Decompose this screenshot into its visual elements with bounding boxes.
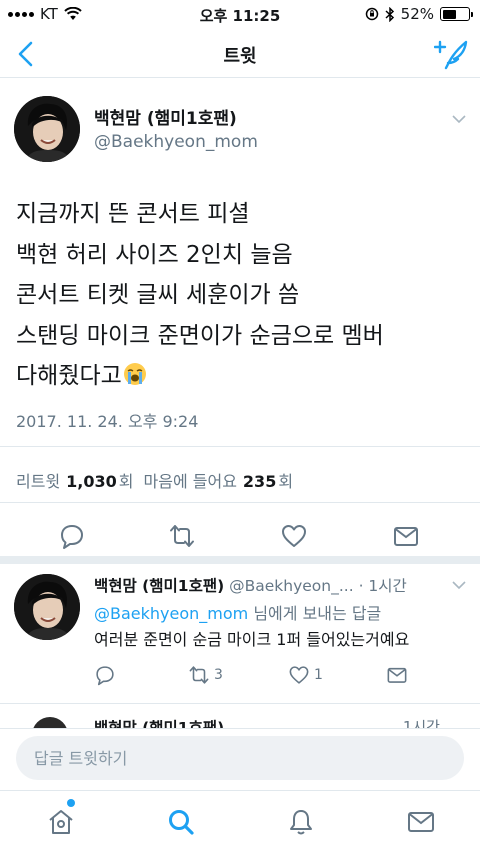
search-icon[interactable] <box>166 807 196 837</box>
unread-dot <box>67 799 75 807</box>
partial-reply-author: 백현맘 (햄미1호팬) <box>94 719 225 728</box>
likes-label[interactable]: 마음에 들어요 <box>144 468 237 492</box>
tweet-line: 스탠딩 마이크 준면이가 순금으로 멤버 <box>16 322 384 349</box>
home-icon[interactable] <box>46 807 76 837</box>
partial-reply[interactable]: 백현맘 (햄미1호팬) 1시간 <box>0 712 480 728</box>
reply-text: 여러분 준면이 순금 마이크 1퍼 들어있는거예요 <box>94 630 410 649</box>
chevron-down-icon[interactable] <box>452 580 466 590</box>
retweets-count[interactable]: 1,030 <box>66 472 117 491</box>
avatar-image <box>14 96 80 162</box>
tweet-timestamp: 2017. 11. 24. 오후 9:24 <box>16 412 199 431</box>
battery-fill <box>442 9 456 19</box>
like-icon <box>289 666 309 684</box>
status-bar: KT 오후 11:25 52% <box>0 0 480 30</box>
likes-count[interactable]: 235 <box>243 472 276 491</box>
reply-header: 백현맘 (햄미1호팬) @Baekhyeon_... · 1시간 <box>94 574 434 596</box>
retweets-unit: 회 <box>118 472 134 491</box>
nav-bar: 트윗 <box>0 30 480 78</box>
reply-message-button[interactable] <box>386 664 408 686</box>
reply-like-count: 1 <box>314 667 323 683</box>
reply-composer <box>0 728 480 790</box>
rotation-lock-icon <box>365 7 378 21</box>
page-title: 트윗 <box>223 46 257 67</box>
tweet-actions <box>0 516 480 556</box>
partial-reply-time: 1시간 <box>402 718 440 728</box>
chevron-down-icon[interactable] <box>452 114 466 124</box>
divider <box>0 703 480 704</box>
avatar[interactable] <box>14 574 80 640</box>
avatar[interactable] <box>14 96 80 162</box>
tweet-line: 백현 허리 사이즈 2인치 늘음 <box>16 241 293 268</box>
tweet-stats: 리트윗 1,030 회 마음에 들어요 235 회 <box>16 468 293 492</box>
reply-time: · 1시간 <box>358 577 407 595</box>
like-icon[interactable] <box>280 522 308 550</box>
retweets-label[interactable]: 리트윗 <box>16 468 60 492</box>
tweet-text: 지금까지 뜬 콘서트 피셜 백현 허리 사이즈 2인치 늘음 콘서트 티켓 글씨… <box>16 194 466 397</box>
tweet-line: 지금까지 뜬 콘서트 피셜 <box>16 201 250 227</box>
loudly-crying-face-emoji <box>123 363 146 385</box>
avatar-image <box>14 574 80 640</box>
tweet-line: 다해줬다고 <box>16 363 122 389</box>
likes-unit: 회 <box>278 472 294 491</box>
message-icon[interactable] <box>392 522 420 550</box>
author-handle[interactable]: @Baekhyeon_mom <box>94 132 258 152</box>
avatar <box>32 717 68 728</box>
bluetooth-icon <box>385 6 394 22</box>
retweet-icon[interactable] <box>168 522 196 550</box>
status-right: 52% <box>365 5 473 23</box>
reply-icon <box>96 666 114 686</box>
tweet-line: 콘서트 티켓 글씨 세훈이가 씀 <box>16 282 300 308</box>
retweet-icon <box>189 666 209 684</box>
reply-reply-button[interactable] <box>94 664 116 686</box>
divider <box>0 446 480 447</box>
tab-bar <box>0 790 480 854</box>
battery-icon <box>440 7 473 21</box>
reply-author-name[interactable]: 백현맘 (햄미1호팬) <box>94 577 224 595</box>
reply-icon[interactable] <box>58 522 86 550</box>
reply-retweet-count: 3 <box>214 667 223 683</box>
reply-like-button[interactable]: 1 <box>288 664 323 686</box>
author-name[interactable]: 백현맘 (햄미1호팬) <box>94 104 237 129</box>
battery-percent: 52% <box>400 5 434 23</box>
messages-icon[interactable] <box>406 807 436 837</box>
reply-mention-link[interactable]: @Baekhyeon_mom <box>94 604 248 623</box>
message-icon <box>387 667 407 683</box>
reply-author-handle[interactable]: @Baekhyeon_... <box>229 577 354 595</box>
reply-input[interactable] <box>16 736 464 780</box>
reply-context: @Baekhyeon_mom 님에게 보내는 답글 <box>94 600 381 624</box>
divider <box>0 502 480 503</box>
compose-tweet-icon[interactable] <box>434 38 470 70</box>
reply-retweet-button[interactable]: 3 <box>188 664 223 686</box>
notifications-icon[interactable] <box>286 807 316 837</box>
tweet-line-last: 다해줬다고 <box>16 356 466 397</box>
reply-context-text: 님에게 보내는 답글 <box>253 604 382 623</box>
reply-actions: 3 1 <box>94 664 434 692</box>
reply-tweet[interactable]: 백현맘 (햄미1호팬) @Baekhyeon_... · 1시간 @Baekhy… <box>0 562 480 700</box>
